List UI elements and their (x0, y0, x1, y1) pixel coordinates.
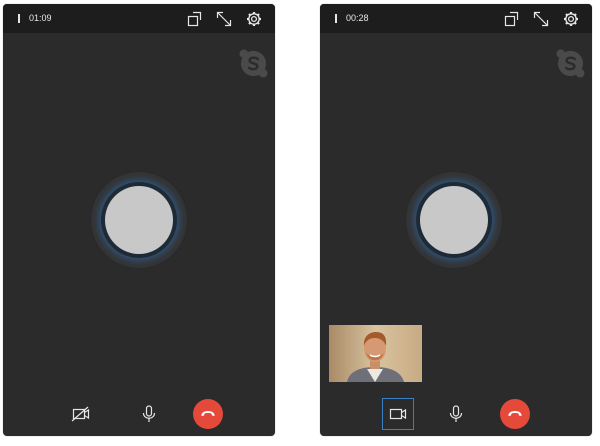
popout-window-icon[interactable] (184, 9, 204, 29)
call-timer: 00:28 (346, 13, 369, 23)
call-timer: 01:09 (29, 13, 52, 23)
hang-up-icon[interactable] (500, 399, 530, 429)
call-window: 01:09 (3, 4, 275, 436)
avatar (406, 172, 502, 268)
skype-logo-icon (556, 49, 585, 78)
avatar-placeholder (420, 186, 488, 254)
avatar (91, 172, 187, 268)
self-view-video[interactable] (329, 325, 422, 382)
call-window: 00:28 (320, 4, 592, 436)
fullscreen-icon[interactable] (531, 9, 551, 29)
title-bar: 01:09 (3, 4, 275, 33)
gear-icon[interactable] (561, 9, 581, 29)
call-controls (320, 396, 592, 434)
signal-strength-icon (335, 14, 337, 23)
call-controls (3, 396, 275, 434)
gear-icon[interactable] (244, 9, 264, 29)
video-camera-icon[interactable] (382, 398, 414, 430)
title-bar: 00:28 (320, 4, 592, 33)
signal-strength-icon (18, 14, 20, 23)
microphone-icon[interactable] (441, 399, 471, 429)
popout-window-icon[interactable] (501, 9, 521, 29)
skype-logo-icon (239, 49, 268, 78)
microphone-icon[interactable] (134, 399, 164, 429)
avatar-placeholder (105, 186, 173, 254)
hang-up-icon[interactable] (193, 399, 223, 429)
fullscreen-icon[interactable] (214, 9, 234, 29)
camera-off-icon[interactable] (66, 399, 96, 429)
